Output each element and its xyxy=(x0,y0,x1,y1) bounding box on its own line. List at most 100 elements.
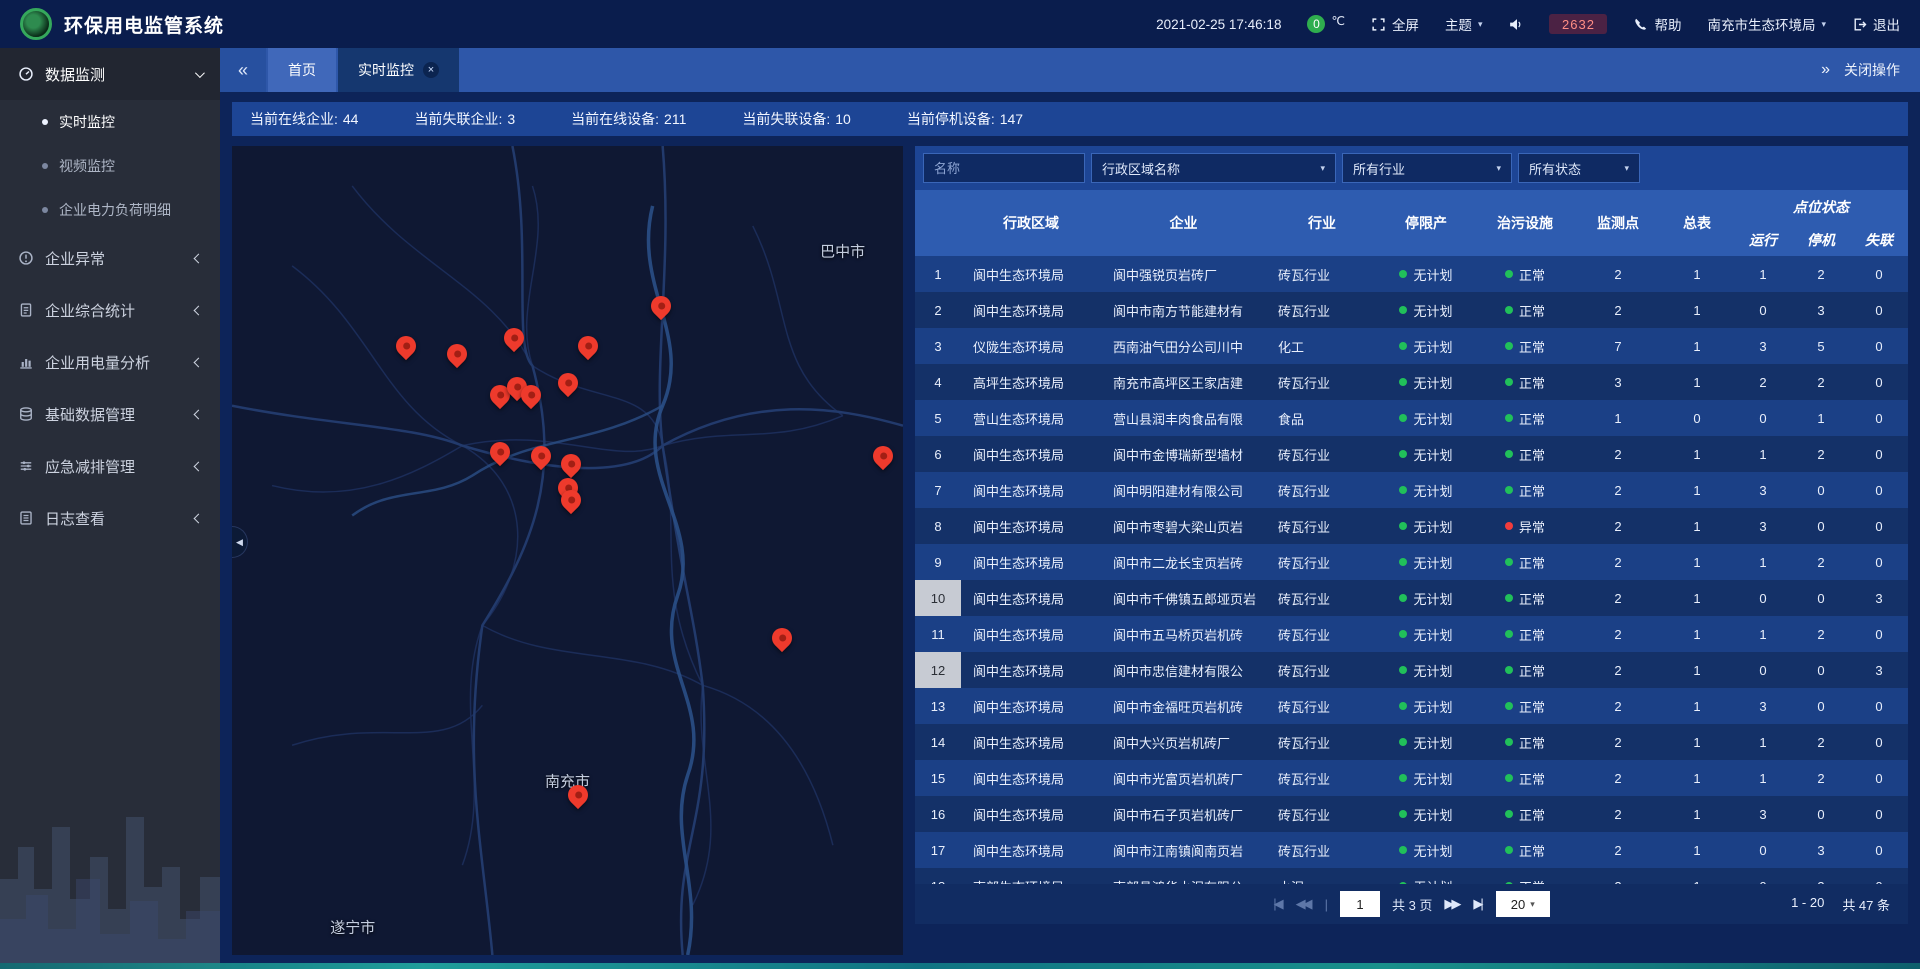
report-icon xyxy=(18,302,34,318)
help-label: 帮助 xyxy=(1654,14,1681,34)
last-page-button[interactable]: ▶| xyxy=(1473,896,1483,912)
pin-shape xyxy=(553,369,581,397)
table-row[interactable]: 10阆中生态环境局阆中市千佛镇五郎垭页岩砖瓦行业无计划正常21003 xyxy=(915,580,1908,616)
cell-running-count: 1 xyxy=(1734,735,1792,750)
page-size-select[interactable]: 20 ▾ xyxy=(1496,891,1550,917)
cell-industry: 食品 xyxy=(1266,409,1378,428)
table-row[interactable]: 12阆中生态环境局阆中市忠信建材有限公砖瓦行业无计划正常21003 xyxy=(915,652,1908,688)
production-label: 无计划 xyxy=(1413,769,1452,788)
map-pin[interactable] xyxy=(578,336,598,356)
logout-button[interactable]: 退出 xyxy=(1852,14,1900,34)
sidebar-group-basic-data-management[interactable]: 基础数据管理 xyxy=(0,388,220,440)
sidebar-item-power-load-detail[interactable]: 企业电力负荷明细 xyxy=(0,188,220,232)
pagination-bar: |◀ ◀◀ | 共 3 页 ▶▶ ▶| 20 ▾ 1 - 20 xyxy=(915,884,1908,924)
cell-monitor-count: 2 xyxy=(1576,303,1660,318)
table-row[interactable]: 9阆中生态环境局阆中市二龙长宝页岩砖砖瓦行业无计划正常21120 xyxy=(915,544,1908,580)
map-pin[interactable] xyxy=(772,628,792,648)
table-row[interactable]: 1阆中生态环境局阆中强锐页岩砖厂砖瓦行业无计划正常21120 xyxy=(915,256,1908,292)
bullet-icon xyxy=(42,119,48,125)
close-tab-icon[interactable]: × xyxy=(423,62,439,78)
cell-stopped-count: 2 xyxy=(1792,447,1850,462)
alert-count-badge[interactable]: 2632 xyxy=(1549,14,1607,34)
total-count-label: 共 47 条 xyxy=(1842,895,1890,914)
tab-realtime-monitor[interactable]: 实时监控 × xyxy=(338,48,459,92)
col-facility: 治污设施 xyxy=(1474,190,1576,256)
cell-meter-count: 1 xyxy=(1660,627,1734,642)
cell-production-status: 无计划 xyxy=(1378,265,1474,284)
region-filter-select[interactable]: 行政区域名称 ▾ xyxy=(1091,153,1336,183)
table-row[interactable]: 18南部生态环境局南部县鸿华水泥有限公水泥无计划正常21030 xyxy=(915,868,1908,884)
table-row[interactable]: 11阆中生态环境局阆中市五马桥页岩机砖砖瓦行业无计划正常21120 xyxy=(915,616,1908,652)
table-row[interactable]: 17阆中生态环境局阆中市江南镇阆南页岩砖瓦行业无计划正常21030 xyxy=(915,832,1908,868)
help-button[interactable]: 帮助 xyxy=(1633,14,1681,34)
sidebar-item-video-monitor[interactable]: 视频监控 xyxy=(0,144,220,188)
prev-page-button[interactable]: ◀◀ xyxy=(1296,896,1313,912)
table-row[interactable]: 16阆中生态环境局阆中市石子页岩机砖厂砖瓦行业无计划正常21300 xyxy=(915,796,1908,832)
map-pin[interactable] xyxy=(568,785,588,805)
content-area: 巴中市南充市遂宁市 ◀ 行政区域名称 ▾ xyxy=(220,136,1920,969)
fullscreen-button[interactable]: 全屏 xyxy=(1371,14,1419,34)
tab-realtime-label: 实时监控 xyxy=(358,60,414,80)
sidebar-group-log-view[interactable]: 日志查看 xyxy=(0,492,220,544)
table-row[interactable]: 13阆中生态环境局阆中市金福旺页岩机砖砖瓦行业无计划正常21300 xyxy=(915,688,1908,724)
map-pin[interactable] xyxy=(873,446,893,466)
facility-label: 异常 xyxy=(1519,517,1545,536)
industry-filter-select[interactable]: 所有行业 ▾ xyxy=(1342,153,1512,183)
cell-industry: 化工 xyxy=(1266,337,1378,356)
cell-region: 阆中生态环境局 xyxy=(961,661,1101,680)
database-icon xyxy=(18,406,34,422)
table-row[interactable]: 7阆中生态环境局阆中明阳建材有限公司砖瓦行业无计划正常21300 xyxy=(915,472,1908,508)
tabs-scroll-left-button[interactable]: « xyxy=(220,48,266,92)
table-row[interactable]: 2阆中生态环境局阆中市南方节能建材有砖瓦行业无计划正常21030 xyxy=(915,292,1908,328)
status-filter-select[interactable]: 所有状态 ▾ xyxy=(1518,153,1640,183)
table-row[interactable]: 5营山生态环境局营山县润丰肉食品有限食品无计划正常10010 xyxy=(915,400,1908,436)
cell-stopped-count: 2 xyxy=(1792,267,1850,282)
map-panel[interactable]: 巴中市南充市遂宁市 ◀ xyxy=(232,146,903,955)
sidebar-group-power-usage-analysis[interactable]: 企业用电量分析 xyxy=(0,336,220,388)
map-pin[interactable] xyxy=(490,442,510,462)
cell-company: 阆中市金博瑞新型墙材 xyxy=(1101,445,1266,464)
sidebar-group-enterprise-abnormal[interactable]: 企业异常 xyxy=(0,232,220,284)
tab-home[interactable]: 首页 xyxy=(268,48,336,92)
table-row[interactable]: 14阆中生态环境局阆中大兴页岩机砖厂砖瓦行业无计划正常21120 xyxy=(915,724,1908,760)
first-page-button[interactable]: |◀ xyxy=(1273,896,1283,912)
table-row[interactable]: 6阆中生态环境局阆中市金博瑞新型墙材砖瓦行业无计划正常21120 xyxy=(915,436,1908,472)
cell-company: 阆中明阳建材有限公司 xyxy=(1101,481,1266,500)
sidebar-group-emergency-reduction[interactable]: 应急减排管理 xyxy=(0,440,220,492)
map-canvas[interactable] xyxy=(232,146,903,955)
cell-lost-count: 0 xyxy=(1850,267,1908,282)
sound-button[interactable] xyxy=(1508,17,1523,32)
next-page-button[interactable]: ▶▶ xyxy=(1444,896,1461,912)
table-row[interactable]: 15阆中生态环境局阆中市光富页岩机砖厂砖瓦行业无计划正常21120 xyxy=(915,760,1908,796)
sidebar-group-enterprise-statistics[interactable]: 企业综合统计 xyxy=(0,284,220,336)
page-number-input[interactable] xyxy=(1340,891,1380,917)
map-pin[interactable] xyxy=(521,385,541,405)
cell-facility-status: 正常 xyxy=(1474,481,1576,500)
name-filter-input[interactable] xyxy=(923,153,1085,183)
sidebar-group-data-monitoring[interactable]: 数据监测 xyxy=(0,48,220,100)
table-row[interactable]: 8阆中生态环境局阆中市枣碧大梁山页岩砖瓦行业无计划异常21300 xyxy=(915,508,1908,544)
map-pin[interactable] xyxy=(504,328,524,348)
map-pin[interactable] xyxy=(558,373,578,393)
map-city-label: 巴中市 xyxy=(820,241,865,262)
cell-region: 阆中生态环境局 xyxy=(961,769,1101,788)
map-pin[interactable] xyxy=(396,336,416,356)
map-pin[interactable] xyxy=(651,296,671,316)
tabs-scroll-right-button[interactable]: » xyxy=(1821,61,1830,79)
map-pin[interactable] xyxy=(561,454,581,474)
map-pin[interactable] xyxy=(447,344,467,364)
gauge-icon xyxy=(18,66,34,82)
org-dropdown[interactable]: 南充市生态环境局 ▾ xyxy=(1707,14,1826,34)
close-operations-button[interactable]: 关闭操作 xyxy=(1844,60,1900,80)
table-row[interactable]: 4高坪生态环境局南充市高坪区王家店建砖瓦行业无计划正常31220 xyxy=(915,364,1908,400)
cell-row-number: 7 xyxy=(915,472,961,508)
map-pin[interactable] xyxy=(561,490,581,510)
theme-dropdown[interactable]: 主题 ▾ xyxy=(1445,14,1483,34)
log-icon xyxy=(18,510,34,526)
cell-meter-count: 1 xyxy=(1660,375,1734,390)
sidebar-item-realtime-monitor[interactable]: 实时监控 xyxy=(0,100,220,144)
map-pin[interactable] xyxy=(531,446,551,466)
cell-region: 阆中生态环境局 xyxy=(961,481,1101,500)
cell-company: 阆中市二龙长宝页岩砖 xyxy=(1101,553,1266,572)
table-row[interactable]: 3仪陇生态环境局西南油气田分公司川中化工无计划正常71350 xyxy=(915,328,1908,364)
